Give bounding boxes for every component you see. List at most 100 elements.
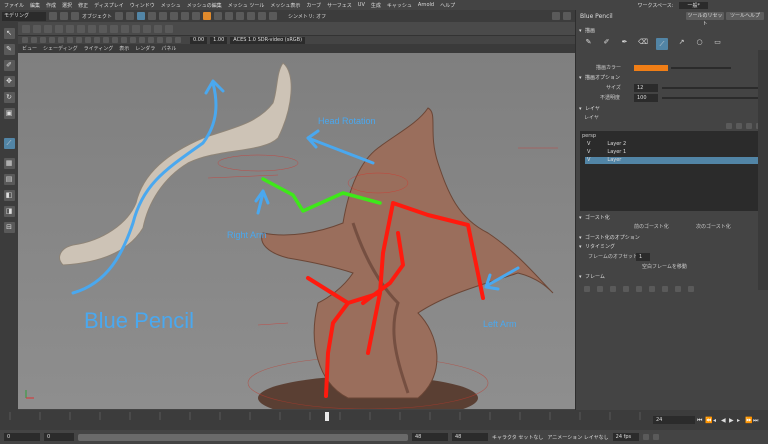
grid-toggle-icon[interactable] xyxy=(58,37,64,43)
range-bar[interactable] xyxy=(78,433,408,441)
menu-select[interactable]: 選択 xyxy=(62,2,72,9)
film-gate-icon[interactable] xyxy=(67,37,73,43)
brush-icon[interactable]: ✐ xyxy=(602,38,611,47)
shelf-tool-7-icon[interactable] xyxy=(88,24,96,33)
color-space-select[interactable]: ACES 1.0 SDR-video (sRGB) xyxy=(230,36,306,44)
go-end-icon[interactable]: ⏭ xyxy=(753,417,759,424)
opacity-field[interactable]: 100 xyxy=(634,94,658,102)
shelf-tool-8-icon[interactable] xyxy=(99,24,107,33)
step-forward-icon[interactable]: ▸ xyxy=(737,417,743,424)
line-tool-icon[interactable]: ⟋ xyxy=(656,38,668,50)
blue-pencil-tool-icon[interactable]: ⟋ xyxy=(3,138,15,149)
move-tool-icon[interactable]: ✥ xyxy=(3,76,15,87)
menu-display[interactable]: ディスプレイ xyxy=(94,2,124,9)
undo-icon[interactable] xyxy=(115,12,124,20)
tool-reset-button[interactable]: ツールのリセット xyxy=(686,12,724,27)
shelf-tool-9-icon[interactable] xyxy=(110,24,118,33)
shelf-tool-14-icon[interactable] xyxy=(165,24,173,33)
single-view-icon[interactable]: ▦ xyxy=(3,158,15,169)
current-frame-field[interactable]: 24 xyxy=(653,416,695,424)
workspace-select[interactable]: 一般* xyxy=(679,1,708,9)
play-back-icon[interactable]: ◀ xyxy=(721,417,727,424)
section-brush[interactable]: 描画オプション xyxy=(579,74,765,82)
menu-windows[interactable]: ウィンドウ xyxy=(130,2,155,9)
section-ghost[interactable]: ゴースト化 xyxy=(579,214,765,222)
rect-tool-icon[interactable]: ▭ xyxy=(713,38,722,47)
ghost-prev-checkbox[interactable]: 前のゴースト化 xyxy=(634,223,669,231)
vp-menu-renderer[interactable]: レンダラ xyxy=(135,45,155,52)
move-blank-frames-checkbox[interactable]: 空白フレームを移動 xyxy=(642,263,687,271)
size-slider[interactable] xyxy=(662,87,762,89)
scale-tool-icon[interactable]: ▣ xyxy=(3,108,15,119)
vp-menu-show[interactable]: 表示 xyxy=(119,45,129,52)
paint-select-icon[interactable]: ✐ xyxy=(3,60,15,71)
step-forward-key-icon[interactable]: ⏩ xyxy=(745,417,752,424)
arrow-tool-icon[interactable]: ↗ xyxy=(677,38,686,47)
menu-help[interactable]: ヘルプ xyxy=(440,2,455,9)
shelf-tool-10-icon[interactable] xyxy=(121,24,129,33)
object-mode-label[interactable]: オブジェクト xyxy=(82,13,112,20)
frame-last-icon[interactable] xyxy=(688,286,694,292)
frame-add-icon[interactable] xyxy=(610,286,616,292)
layout-c-icon[interactable]: ⊟ xyxy=(3,222,15,233)
resolution-gate-icon[interactable] xyxy=(76,37,82,43)
xray-joints-icon[interactable] xyxy=(175,37,181,43)
lasso-tool-icon[interactable]: ✎ xyxy=(3,44,15,55)
bookmark-icon[interactable] xyxy=(40,37,46,43)
ghost-next-checkbox[interactable]: 次のゴースト化 xyxy=(696,223,731,231)
smooth-shade-icon[interactable] xyxy=(103,37,109,43)
tool-help-button[interactable]: ツールヘルプ xyxy=(726,12,764,20)
frame-copy-icon[interactable] xyxy=(636,286,642,292)
marker-icon[interactable]: ✒ xyxy=(620,38,629,47)
menu-mesh-tools[interactable]: メッシュ ツール xyxy=(228,2,265,9)
open-scene-icon[interactable] xyxy=(60,12,68,20)
vp-menu-panels[interactable]: パネル xyxy=(161,45,176,52)
layer-row-selected[interactable]: V Layer xyxy=(585,157,765,164)
lights-icon[interactable] xyxy=(121,37,127,43)
layer-down-icon[interactable] xyxy=(746,123,752,129)
layout-b-icon[interactable]: ◨ xyxy=(3,206,15,217)
menu-edit[interactable]: 編集 xyxy=(30,2,40,9)
section-retime[interactable]: リタイミング xyxy=(579,243,765,251)
range-inner-start-field[interactable]: 0 xyxy=(44,433,74,441)
four-view-icon[interactable]: ▤ xyxy=(3,174,15,185)
redo-icon[interactable] xyxy=(126,12,135,20)
isolate-select-icon[interactable] xyxy=(157,37,163,43)
layer-visibility[interactable]: V xyxy=(587,149,590,156)
size-field[interactable]: 12 xyxy=(634,84,658,92)
symmetry-label[interactable]: シンメトリ: オフ xyxy=(288,13,326,20)
section-tools[interactable]: 描画 xyxy=(579,27,765,35)
menu-curves[interactable]: カーブ xyxy=(306,2,321,9)
menu-mesh-display[interactable]: メッシュ表示 xyxy=(270,2,300,9)
frame-paste-icon[interactable] xyxy=(649,286,655,292)
shelf-tool-4-icon[interactable] xyxy=(55,24,63,33)
layer-row[interactable]: V Layer 2 xyxy=(585,141,765,148)
range-start-field[interactable]: 0 xyxy=(4,433,40,441)
time-slider[interactable] xyxy=(0,410,650,430)
attribute-editor-icon[interactable] xyxy=(563,12,571,20)
save-scene-icon[interactable] xyxy=(71,12,79,20)
anim-layer-label[interactable]: アニメーション レイヤなし xyxy=(547,434,608,441)
fps-select[interactable]: 24 fps xyxy=(612,433,639,441)
layer-visibility[interactable]: V xyxy=(587,141,590,148)
textured-icon[interactable] xyxy=(112,37,118,43)
gamma-value[interactable]: 1.00 xyxy=(210,36,228,44)
menu-file[interactable]: ファイル xyxy=(4,2,24,9)
layer-row[interactable]: V Layer 1 xyxy=(585,149,765,156)
menu-surfaces[interactable]: サーフェス xyxy=(327,2,352,9)
layer-visibility[interactable]: V xyxy=(587,157,590,164)
layer-add-icon[interactable] xyxy=(726,123,732,129)
frame-delete-icon[interactable] xyxy=(662,286,668,292)
layout-a-icon[interactable]: ◧ xyxy=(3,190,15,201)
menu-set-select[interactable]: モデリング xyxy=(2,11,46,21)
go-start-icon[interactable]: ⏮ xyxy=(697,417,703,424)
camera-select-icon[interactable] xyxy=(22,37,28,43)
auto-key-icon[interactable] xyxy=(642,434,649,440)
xray-icon[interactable] xyxy=(166,37,172,43)
antialias-icon[interactable] xyxy=(148,37,154,43)
shelf-tool-2-icon[interactable] xyxy=(33,24,41,33)
frame-next-icon[interactable] xyxy=(675,286,681,292)
menu-modify[interactable]: 修正 xyxy=(78,2,88,9)
viewport-persp[interactable]: Blue Pencil Head Rotation Right Arm Left… xyxy=(18,53,575,409)
section-frame[interactable]: フレーム xyxy=(579,273,765,281)
